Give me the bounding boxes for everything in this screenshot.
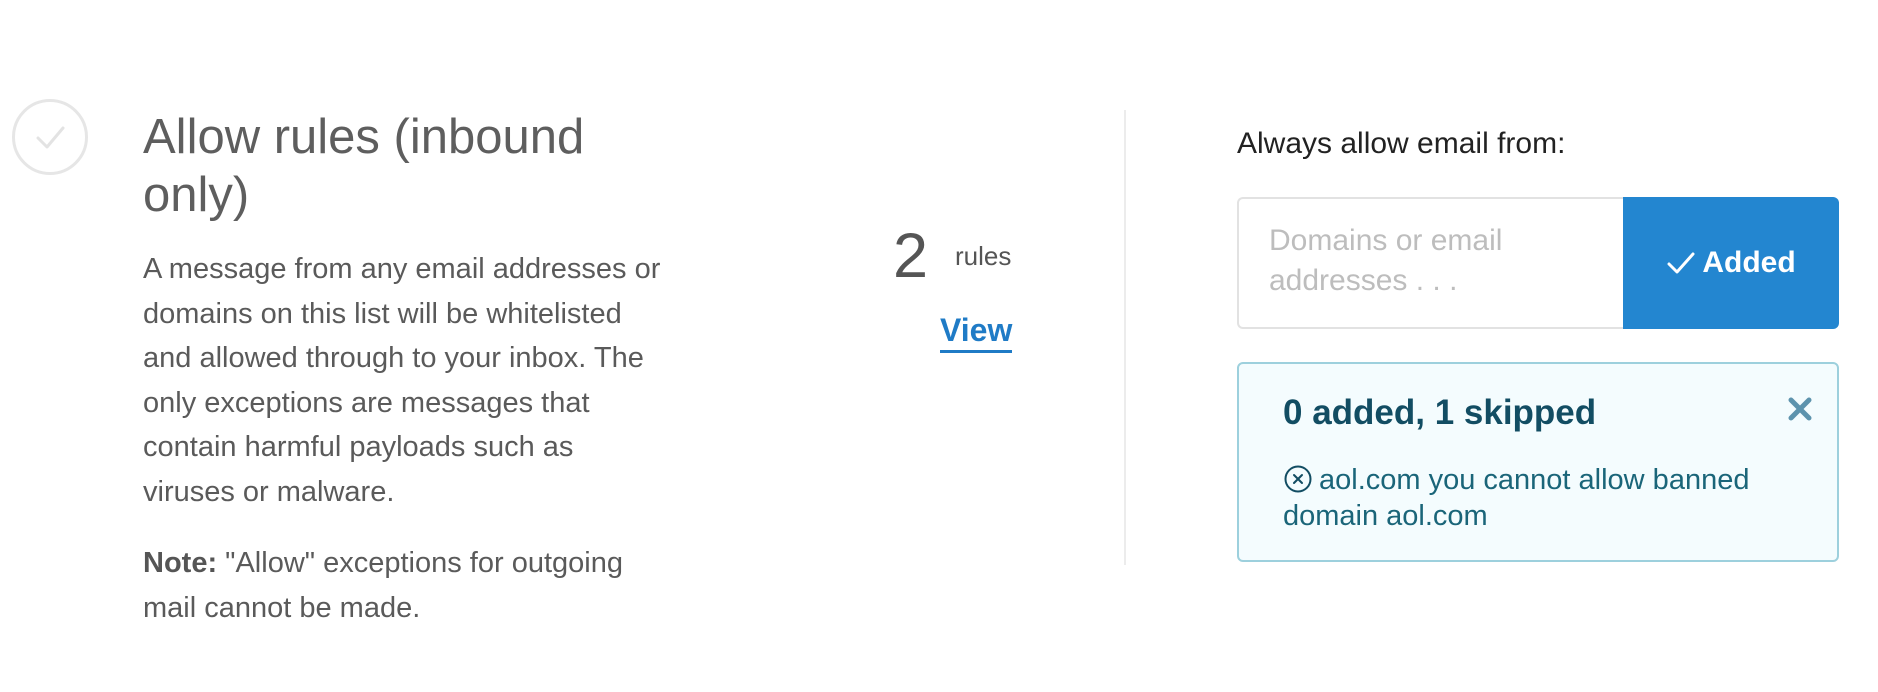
- added-button-label: Added: [1702, 246, 1796, 279]
- rule-description: A message from any email addresses or do…: [143, 253, 661, 508]
- allow-email-label: Always allow email from:: [1237, 127, 1566, 160]
- result-alert: 0 added, 1 skipped aol.com you cannot al…: [1237, 362, 1839, 562]
- skipped-item: aol.com you cannot allow banned domain a…: [1283, 462, 1813, 534]
- result-title: 0 added, 1 skipped: [1283, 393, 1597, 432]
- check-circle-icon: [12, 99, 88, 175]
- domain-email-input[interactable]: [1237, 197, 1623, 329]
- allow-rules-panel: Allow rules (inbound only) A message fro…: [0, 0, 1878, 692]
- added-button[interactable]: Added: [1623, 197, 1839, 329]
- rule-count-unit: rules: [955, 241, 1012, 271]
- rule-title: Allow rules (inbound only): [143, 110, 585, 222]
- close-icon[interactable]: [1783, 392, 1817, 426]
- rule-note: Note: "Allow" exceptions for outgoing ma…: [143, 541, 663, 630]
- allow-email-form: Added: [1237, 197, 1839, 329]
- checkmark-icon: [1667, 252, 1695, 274]
- view-rules-link[interactable]: View: [940, 310, 1013, 353]
- skipped-message: aol.com you cannot allow banned domain a…: [1283, 464, 1750, 532]
- rule-count: 2: [893, 221, 929, 291]
- column-divider: [1124, 110, 1126, 565]
- x-circle-icon: [1284, 465, 1312, 493]
- note-label: Note:: [143, 547, 218, 579]
